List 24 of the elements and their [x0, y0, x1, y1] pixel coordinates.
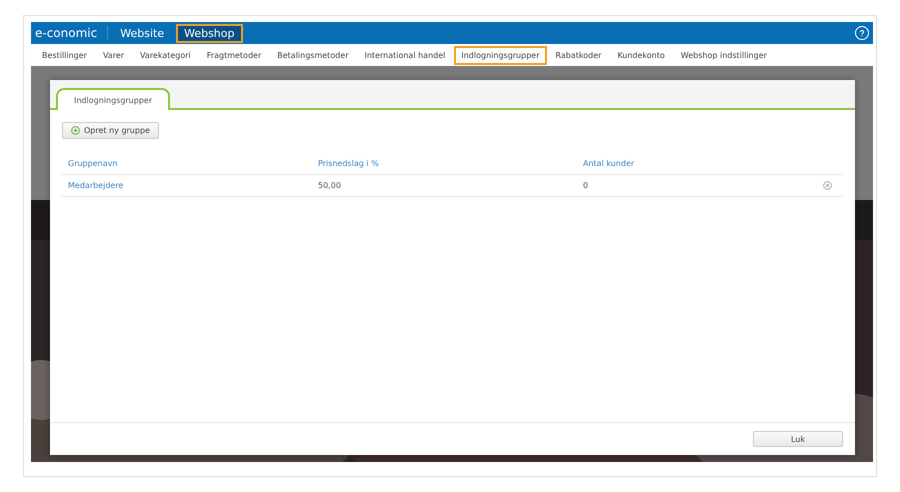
nav-tab[interactable]: Indlogningsgrupper — [454, 46, 546, 64]
column-header[interactable]: Gruppenavn — [62, 153, 312, 175]
dialog-tab[interactable]: Indlogningsgrupper — [56, 88, 170, 110]
table-cell: 0 — [577, 175, 823, 197]
column-header[interactable]: Antal kunder — [577, 153, 823, 175]
nav-tab[interactable]: Webshop indstillinger — [674, 46, 774, 64]
nav-tab[interactable]: Rabatkoder — [548, 46, 608, 64]
top-menu-item[interactable]: Website — [112, 24, 172, 42]
group-name-link[interactable]: Medarbejdere — [62, 175, 312, 197]
help-icon[interactable] — [855, 26, 869, 40]
nav-tab[interactable]: International handel — [358, 46, 452, 64]
nav-tab[interactable]: Bestillinger — [35, 46, 94, 64]
nav-tab[interactable]: Betalingsmetoder — [270, 46, 356, 64]
column-header[interactable]: Prisnedslag i % — [312, 153, 577, 175]
nav-tab[interactable]: Fragtmetoder — [200, 46, 268, 64]
create-group-button[interactable]: Opret ny gruppe — [62, 122, 159, 139]
nav-tab[interactable]: Kundekonto — [610, 46, 672, 64]
nav-tab[interactable]: Varer — [96, 46, 132, 64]
close-button[interactable]: Luk — [753, 431, 843, 447]
nav-tab[interactable]: Varekategori — [133, 46, 198, 64]
plus-circle-icon — [71, 126, 80, 135]
logo: e-conomic — [35, 26, 108, 40]
top-menu-item[interactable]: Webshop — [176, 24, 242, 42]
table-cell: 50,00 — [312, 175, 577, 197]
